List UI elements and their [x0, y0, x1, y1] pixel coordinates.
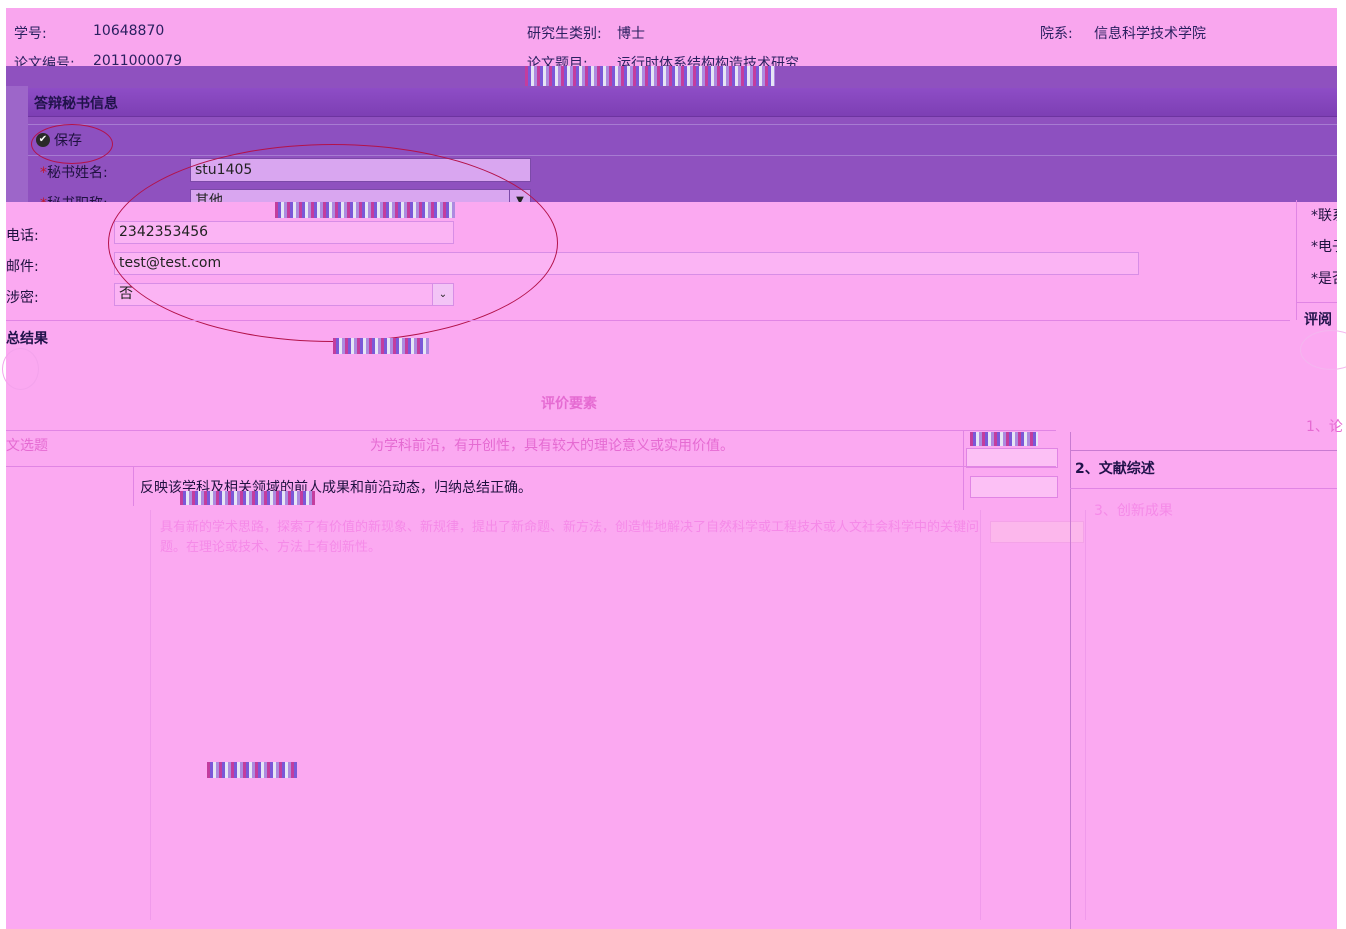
- contact-fragment: *联系: [1311, 208, 1337, 224]
- right-panel-item-2[interactable]: 2、文献综述: [1075, 458, 1155, 478]
- secretary-name-label-text: 秘书姓名:: [47, 165, 108, 181]
- secret-value: 否: [119, 286, 133, 302]
- email-fragment: *电子: [1311, 239, 1337, 255]
- score-input[interactable]: [966, 448, 1058, 468]
- right-panel-item-1: 1、论: [1306, 419, 1343, 435]
- secretary-toolbar: ✔ 保存: [28, 124, 1337, 156]
- right-panel-border: [1070, 432, 1071, 929]
- secretary-panel-title: 答辩秘书信息: [34, 96, 118, 112]
- department-value: 信息科学技术学院: [1094, 26, 1206, 42]
- student-id-value: 10648870: [93, 23, 165, 39]
- glitch-artifact: [525, 66, 775, 86]
- table-line: [6, 466, 1056, 467]
- row1-text: 为学科前沿，有开创性，具有较大的理论意义或实用价值。: [370, 438, 734, 454]
- right-panel-border: [1070, 488, 1337, 489]
- annotation-circle-faded: [2, 348, 39, 390]
- table-line: [963, 430, 964, 510]
- secretary-panel-title-bar: 答辩秘书信息: [28, 88, 1337, 117]
- review-fragment: 评阅: [1304, 312, 1332, 328]
- annotation-circle-fields: [108, 144, 558, 342]
- score-input[interactable]: [970, 476, 1058, 498]
- right-panel-border: [1070, 450, 1337, 451]
- table-line: [6, 430, 1056, 431]
- summary-title: 总结果: [6, 331, 48, 347]
- glitch-artifact: [207, 762, 297, 778]
- row3-text: 具有新的学术思路，探索了有价值的新现象、新规律，提出了新命题、新方法，创造性地解…: [160, 520, 980, 555]
- secretary-name-label: *秘书姓名:: [40, 162, 108, 182]
- eval-elements-header: 评价要素: [541, 396, 597, 412]
- degree-type-label: 研究生类别:: [527, 26, 602, 42]
- table-line: [150, 510, 151, 920]
- table-line: [1085, 510, 1086, 920]
- right-margin: [1337, 0, 1346, 929]
- table-line: [980, 510, 981, 920]
- glitch-artifact: [333, 338, 429, 354]
- department-label: 院系:: [1040, 26, 1073, 42]
- email-label: 邮件:: [6, 259, 39, 275]
- degree-type-value: 博士: [617, 26, 645, 42]
- panel-left-tab: [6, 86, 28, 202]
- annotation-circle-save: [31, 124, 113, 164]
- required-mark: *: [40, 165, 47, 181]
- secret-label: 涉密:: [6, 290, 39, 306]
- student-id-label: 学号:: [14, 26, 47, 42]
- glitch-artifact: [970, 432, 1038, 446]
- table-line: [133, 466, 134, 506]
- is-fragment: *是否: [1311, 271, 1337, 287]
- right-panel-item-3[interactable]: 3、创新成果: [1094, 500, 1173, 520]
- divider: [6, 320, 1290, 321]
- phone-label: 电话:: [6, 228, 39, 244]
- row1-label: 文选题: [6, 438, 48, 454]
- divider: [1296, 302, 1337, 303]
- glitch-artifact: [180, 491, 315, 505]
